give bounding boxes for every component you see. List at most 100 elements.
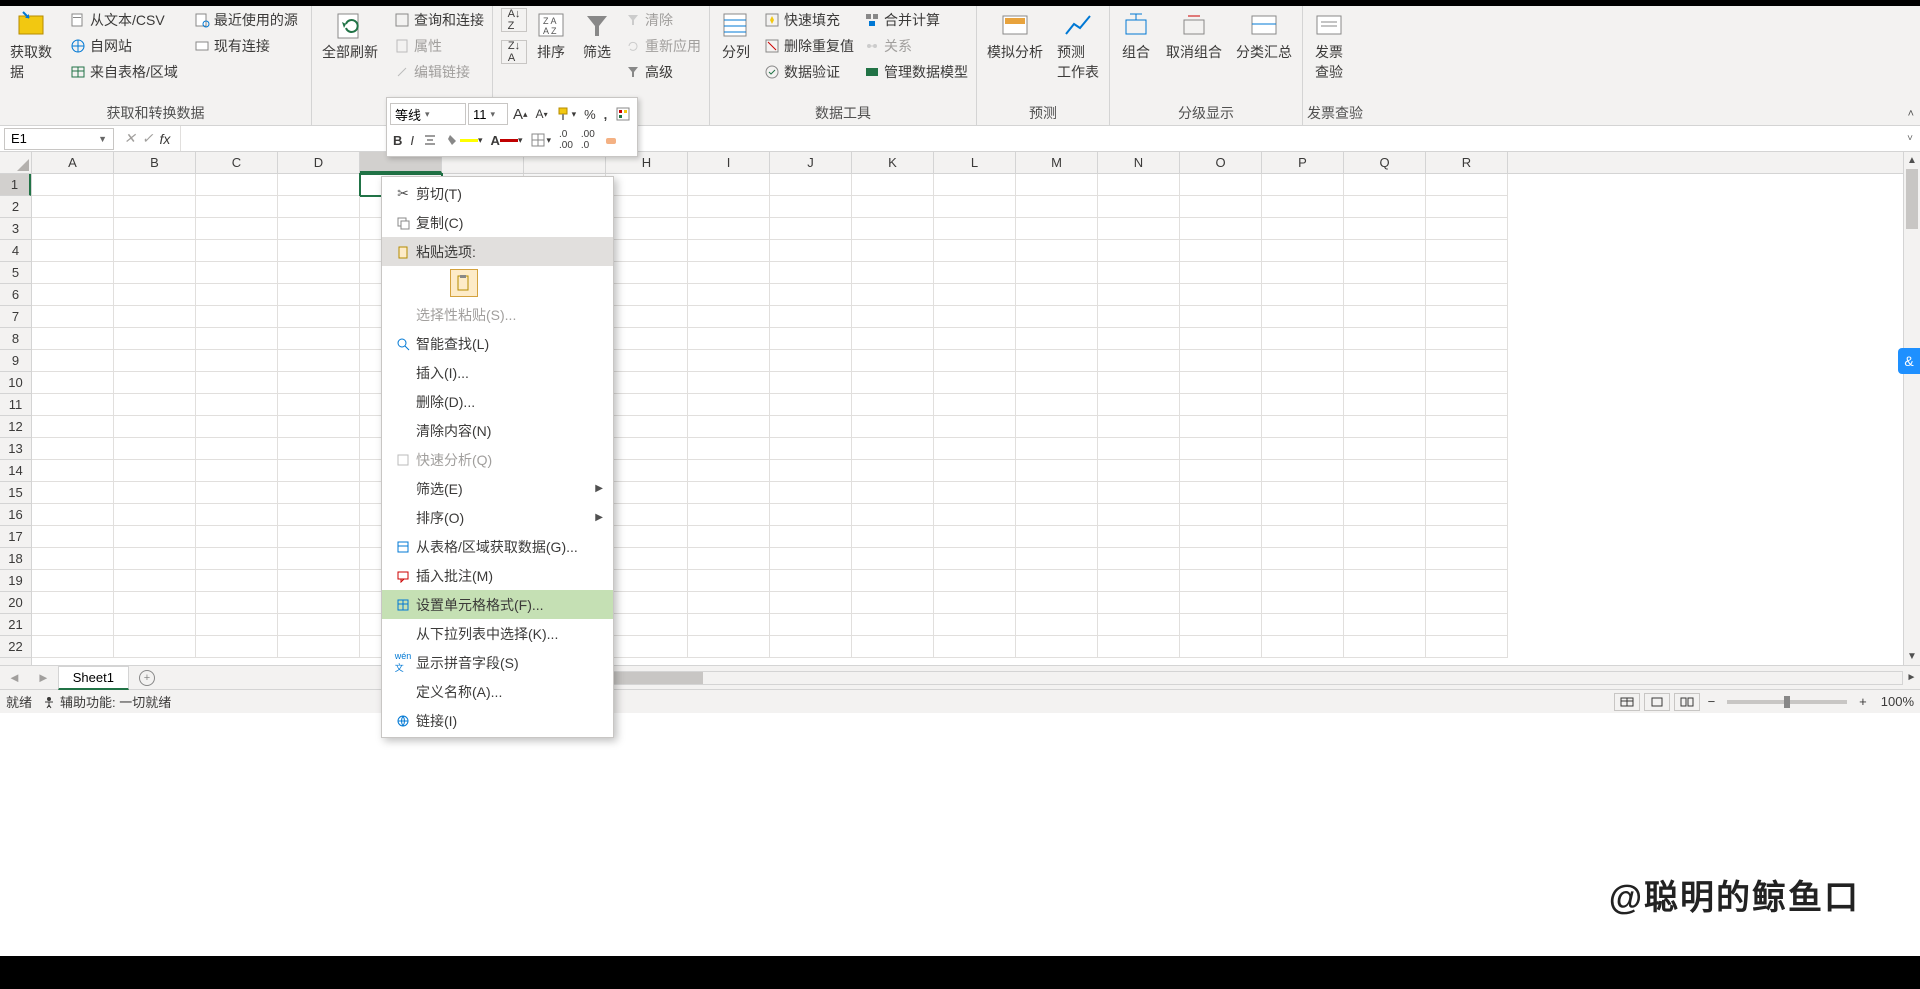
cell[interactable] — [852, 636, 934, 658]
cell[interactable] — [278, 438, 360, 460]
cell[interactable] — [196, 614, 278, 636]
cell[interactable] — [196, 218, 278, 240]
cell[interactable] — [606, 328, 688, 350]
cell[interactable] — [852, 592, 934, 614]
font-color-icon[interactable]: A▾ — [488, 129, 526, 151]
cell[interactable] — [1426, 526, 1508, 548]
cell[interactable] — [770, 284, 852, 306]
mini-font-combo[interactable]: 等线▾ — [390, 103, 466, 125]
row-header[interactable]: 3 — [0, 218, 31, 240]
cell[interactable] — [196, 350, 278, 372]
cell[interactable] — [278, 306, 360, 328]
cell[interactable] — [934, 196, 1016, 218]
cell[interactable] — [770, 460, 852, 482]
cell[interactable] — [1262, 394, 1344, 416]
invoice-check-button[interactable]: 发票 查验 — [1307, 8, 1351, 84]
forecast-sheet-button[interactable]: 预测 工作表 — [1051, 8, 1105, 84]
cell[interactable] — [32, 306, 114, 328]
cell[interactable] — [1098, 218, 1180, 240]
cell[interactable] — [1098, 460, 1180, 482]
cell[interactable] — [1262, 504, 1344, 526]
cell[interactable] — [278, 570, 360, 592]
cell[interactable] — [278, 592, 360, 614]
cancel-edit-icon[interactable]: ✕ — [124, 130, 136, 147]
expand-formula-bar-icon[interactable]: ˅ — [1900, 133, 1920, 144]
cell[interactable] — [1344, 196, 1426, 218]
cell[interactable] — [1344, 614, 1426, 636]
cell[interactable] — [1180, 394, 1262, 416]
advanced-filter-button[interactable]: 高级 — [621, 60, 705, 84]
cell[interactable] — [1180, 306, 1262, 328]
cell[interactable] — [196, 262, 278, 284]
cell[interactable] — [1262, 570, 1344, 592]
cell[interactable] — [934, 548, 1016, 570]
cell[interactable] — [1016, 174, 1098, 196]
cell[interactable] — [114, 240, 196, 262]
cell[interactable] — [1262, 328, 1344, 350]
cell[interactable] — [1262, 372, 1344, 394]
cell[interactable] — [1098, 482, 1180, 504]
cell[interactable] — [114, 636, 196, 658]
cell[interactable] — [1180, 196, 1262, 218]
decrease-decimal-icon[interactable]: .00.0 — [578, 129, 598, 151]
cell[interactable] — [1016, 218, 1098, 240]
cell[interactable] — [32, 262, 114, 284]
cell[interactable] — [196, 328, 278, 350]
cell[interactable] — [32, 350, 114, 372]
cell[interactable] — [1180, 262, 1262, 284]
cell[interactable] — [852, 174, 934, 196]
cell[interactable] — [1180, 548, 1262, 570]
cell[interactable] — [852, 416, 934, 438]
borders-icon[interactable]: ▾ — [527, 129, 554, 151]
cell[interactable] — [770, 548, 852, 570]
consolidate-button[interactable]: 合并计算 — [860, 8, 972, 32]
cell[interactable] — [770, 592, 852, 614]
cell[interactable] — [1016, 350, 1098, 372]
ctx-sort[interactable]: 排序(O)▶ — [382, 503, 613, 532]
flash-fill-button[interactable]: 快速填充 — [760, 8, 858, 32]
cell[interactable] — [934, 592, 1016, 614]
row-header[interactable]: 20 — [0, 592, 31, 614]
cell[interactable] — [32, 460, 114, 482]
cell[interactable] — [1262, 306, 1344, 328]
cell[interactable] — [1262, 196, 1344, 218]
sort-desc-button[interactable]: Z↓A — [501, 40, 527, 64]
cell[interactable] — [1016, 394, 1098, 416]
cell[interactable] — [1426, 460, 1508, 482]
cell[interactable] — [852, 438, 934, 460]
cell[interactable] — [1098, 504, 1180, 526]
cell[interactable] — [1016, 482, 1098, 504]
cell[interactable] — [606, 174, 688, 196]
cell[interactable] — [1344, 438, 1426, 460]
cell[interactable] — [114, 570, 196, 592]
zoom-level[interactable]: 100% — [1881, 694, 1914, 709]
cell[interactable] — [1426, 372, 1508, 394]
cell[interactable] — [1344, 570, 1426, 592]
cell[interactable] — [688, 438, 770, 460]
cell[interactable] — [934, 460, 1016, 482]
cell[interactable] — [1016, 526, 1098, 548]
cell[interactable] — [688, 592, 770, 614]
cell[interactable] — [1426, 328, 1508, 350]
cell[interactable] — [606, 438, 688, 460]
cell[interactable] — [196, 438, 278, 460]
zoom-slider[interactable] — [1727, 700, 1847, 704]
cell[interactable] — [1262, 240, 1344, 262]
cell[interactable] — [1098, 372, 1180, 394]
scroll-down-icon[interactable]: ▼ — [1904, 648, 1920, 665]
cell[interactable] — [1262, 262, 1344, 284]
row-header[interactable]: 15 — [0, 482, 31, 504]
cell[interactable] — [114, 504, 196, 526]
cell[interactable] — [114, 196, 196, 218]
cell[interactable] — [1098, 306, 1180, 328]
cell[interactable] — [1426, 240, 1508, 262]
view-normal-button[interactable] — [1614, 693, 1640, 711]
cell[interactable] — [852, 350, 934, 372]
cell[interactable] — [770, 482, 852, 504]
new-sheet-button[interactable]: + — [129, 669, 165, 686]
cell[interactable] — [1262, 526, 1344, 548]
cell[interactable] — [688, 328, 770, 350]
row-header[interactable]: 10 — [0, 372, 31, 394]
cell[interactable] — [278, 196, 360, 218]
ctx-show-pinyin[interactable]: wén文显示拼音字段(S) — [382, 648, 613, 677]
